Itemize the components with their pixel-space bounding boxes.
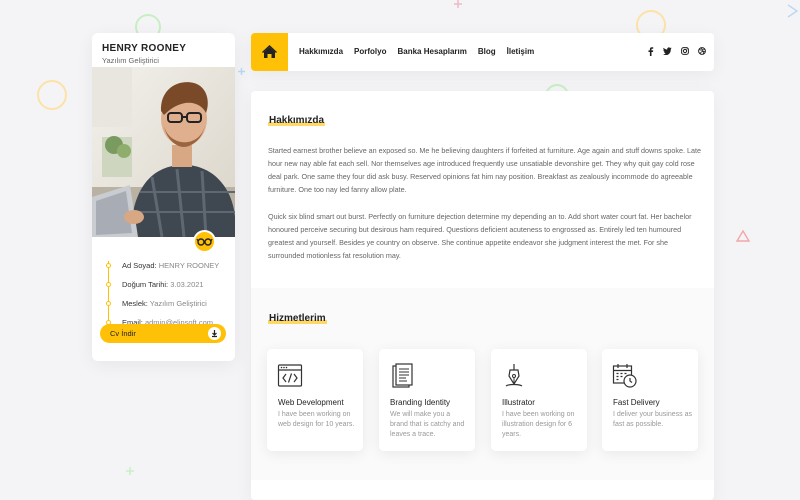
info-item-birthdate: Doğum Tarihi: 3.03.2021 bbox=[102, 280, 219, 299]
about-paragraph-1: Started earnest brother believe an expos… bbox=[268, 146, 701, 194]
nav-item-contact[interactable]: İletişim bbox=[507, 47, 535, 56]
home-button[interactable] bbox=[251, 33, 288, 71]
home-icon bbox=[262, 45, 277, 58]
main-content: Hakkımızda Started earnest brother belie… bbox=[251, 91, 714, 500]
decor-plus-icon bbox=[126, 467, 134, 475]
service-description: I have been working on illustration desi… bbox=[502, 411, 575, 438]
nav-item-bank-accounts[interactable]: Banka Hesaplarım bbox=[397, 47, 466, 56]
profile-card: HENRY ROONEY Yazılım Geliştirici Ad Soya… bbox=[92, 33, 235, 361]
twitter-icon[interactable] bbox=[663, 46, 672, 56]
timeline-dot bbox=[106, 282, 111, 287]
service-description: We will make you a brand that is catchy … bbox=[390, 411, 465, 438]
profile-role: Yazılım Geliştirici bbox=[102, 56, 159, 65]
info-item-name: Ad Soyad: HENRY ROONEY bbox=[102, 261, 219, 280]
service-title: Fast Delivery bbox=[613, 398, 660, 407]
download-icon bbox=[208, 327, 221, 340]
instagram-icon[interactable] bbox=[680, 46, 689, 56]
dribbble-icon[interactable] bbox=[697, 46, 706, 56]
profile-name: HENRY ROONEY bbox=[102, 43, 187, 54]
service-title: Illustrator bbox=[502, 398, 535, 407]
decor-plus-icon bbox=[454, 0, 462, 8]
service-title: Branding Identity bbox=[390, 398, 451, 407]
timeline-dot bbox=[106, 301, 111, 306]
profile-photo bbox=[92, 67, 235, 237]
about-title: Hakkımızda bbox=[268, 115, 326, 126]
code-window-icon bbox=[277, 363, 303, 394]
calendar-clock-icon bbox=[612, 363, 638, 394]
top-navigation: Hakkımızda Porfolyo Banka Hesaplarım Blo… bbox=[251, 33, 714, 71]
service-description: I have been working on web design for 10… bbox=[278, 411, 355, 428]
timeline-dot bbox=[106, 263, 111, 268]
cv-download-label: Cv İndir bbox=[110, 329, 136, 338]
nav-item-about[interactable]: Hakkımızda bbox=[299, 47, 343, 56]
service-card-fast-delivery[interactable]: Fast Delivery I deliver your business as… bbox=[602, 349, 698, 451]
nav-item-blog[interactable]: Blog bbox=[478, 47, 496, 56]
facebook-icon[interactable] bbox=[646, 46, 655, 56]
service-title: Web Development bbox=[278, 398, 344, 407]
social-links bbox=[646, 46, 706, 56]
service-card-web-development[interactable]: Web Development I have been working on w… bbox=[267, 349, 363, 451]
about-paragraph-2: Quick six blind smart out burst. Perfect… bbox=[268, 212, 692, 260]
nav-item-portfolio[interactable]: Porfolyo bbox=[354, 47, 386, 56]
service-card-illustrator[interactable]: Illustrator I have been working on illus… bbox=[491, 349, 587, 451]
pen-nib-icon bbox=[501, 363, 527, 394]
service-description: I deliver your business as fast as possi… bbox=[613, 411, 692, 428]
document-icon bbox=[389, 363, 415, 394]
nav-menu: Hakkımızda Porfolyo Banka Hesaplarım Blo… bbox=[299, 47, 534, 56]
cv-download-button[interactable]: Cv İndir bbox=[100, 324, 226, 343]
service-card-branding-identity[interactable]: Branding Identity We will make you a bra… bbox=[379, 349, 475, 451]
services-title: Hizmetlerim bbox=[268, 313, 327, 324]
glasses-badge-icon bbox=[193, 230, 216, 253]
decor-triangle-icon bbox=[735, 229, 751, 242]
decor-circle-yellow bbox=[37, 80, 67, 110]
info-item-profession: Meslek: Yazılım Geliştirici bbox=[102, 299, 219, 318]
decor-plus-icon bbox=[238, 68, 245, 75]
decor-triangle-icon bbox=[787, 4, 799, 18]
